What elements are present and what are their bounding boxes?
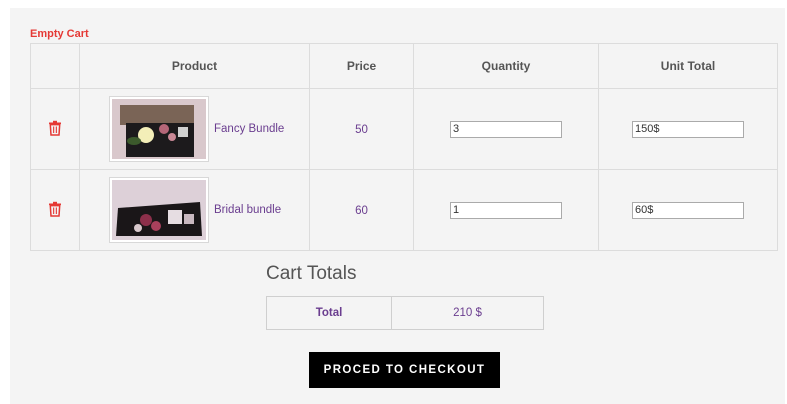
trash-icon[interactable] [48,201,62,217]
checkout-button[interactable]: PROCED TO CHECKOUT [309,352,500,388]
delete-cell [30,169,80,251]
quantity-input[interactable] [450,120,562,138]
unit-total-field[interactable] [632,120,744,138]
unit-total-field[interactable] [632,201,744,219]
price-cell: 50 [309,88,414,170]
quantity-cell [413,88,599,170]
empty-cart-link[interactable]: Empty Cart [30,28,89,40]
product-image[interactable] [109,96,209,162]
header-delete [30,43,80,89]
table-header-row: Product Price Quantity Unit Total [30,43,778,89]
unit-total-cell [598,88,778,170]
table-row: Fancy Bundle 50 [30,88,778,170]
header-product: Product [79,43,310,89]
cart-panel: Empty Cart Product Price Quantity Unit T… [10,8,785,404]
product-name-link[interactable]: Fancy Bundle [214,123,284,135]
total-value: 210 $ [391,296,544,330]
product-image[interactable] [109,177,209,243]
totals-table: Total 210 $ [266,296,544,330]
quantity-input[interactable] [450,201,562,219]
trash-icon[interactable] [48,120,62,136]
quantity-cell [413,169,599,251]
header-quantity: Quantity [413,43,599,89]
header-price: Price [309,43,414,89]
total-label: Total [266,296,392,330]
delete-cell [30,88,80,170]
price-cell: 60 [309,169,414,251]
price-value: 60 [355,205,368,217]
unit-total-cell [598,169,778,251]
product-cell: Fancy Bundle [79,88,310,170]
cart-totals-title: Cart Totals [266,263,357,284]
header-unit-total: Unit Total [598,43,778,89]
table-row: Bridal bundle 60 [30,169,778,251]
price-value: 50 [355,124,368,136]
product-name-link[interactable]: Bridal bundle [214,204,281,216]
product-cell: Bridal bundle [79,169,310,251]
cart-table: Product Price Quantity Unit Total Fancy … [30,43,778,251]
